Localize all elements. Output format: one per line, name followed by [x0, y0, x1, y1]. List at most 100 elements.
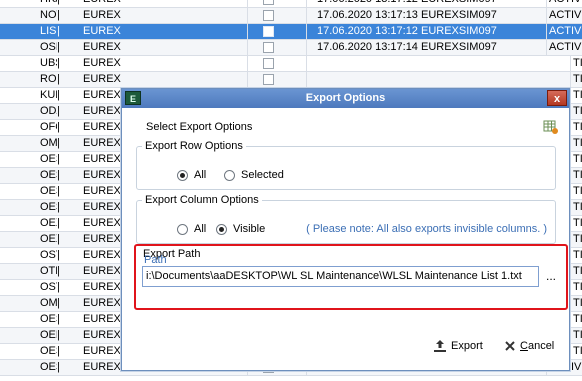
row-code: OESX [40, 169, 57, 181]
row-checkbox[interactable] [263, 42, 274, 53]
row-timestamp: 17.06.2020 13:17:12 EUREXSIM097 [306, 24, 546, 39]
row-option-selected[interactable]: Selected [224, 169, 284, 182]
row-code: OEXD [40, 217, 57, 229]
row-status: TIV [570, 216, 582, 231]
row-status: TIV [570, 232, 582, 247]
export-column-options-title: Export Column Options [142, 193, 262, 207]
table-row[interactable]: UBSN|EUREX TIV [0, 56, 582, 72]
select-export-options-heading: Select Export Options [146, 121, 253, 133]
row-code: OEB1 [40, 329, 57, 341]
export-row-options-group: Export Row Options All Selected [136, 139, 556, 190]
radio-checked-icon[interactable] [216, 224, 227, 235]
row-status: TIV [570, 120, 582, 135]
table-row[interactable]: LISN|EUREX17.06.2020 13:17:12 EUREXSIM09… [0, 24, 582, 40]
column-option-all-label: All [194, 223, 207, 235]
row-checkbox[interactable] [263, 58, 274, 69]
row-code: OESB [40, 201, 57, 213]
radio-checked-icon[interactable] [177, 170, 188, 181]
row-status: TIV [570, 136, 582, 151]
cancel-button[interactable]: Cancel [504, 337, 554, 355]
table-export-icon[interactable] [543, 119, 559, 135]
row-exchange: EUREX [63, 24, 248, 39]
row-status: TIV [570, 152, 582, 167]
row-option-all[interactable]: All [177, 169, 206, 182]
table-row[interactable]: HKAN|EUREX17.06.2020 13:17:12 EUREXSIM09… [0, 0, 582, 8]
dialog-titlebar[interactable]: E Export Options x [122, 89, 569, 108]
row-code: OMCP [40, 137, 57, 149]
row-status: TIV [570, 328, 582, 343]
row-code: OMEU [40, 297, 57, 309]
row-code: UBSN [40, 57, 57, 69]
row-exchange: EUREX [63, 40, 248, 55]
row-status: TIV [570, 88, 582, 103]
row-status: TIV [570, 168, 582, 183]
row-code: LISN [40, 25, 57, 37]
row-timestamp: 17.06.2020 13:17:14 EUREXSIM097 [306, 40, 546, 55]
row-status: TIV [570, 312, 582, 327]
row-option-selected-label: Selected [241, 169, 284, 181]
row-status: ACTIV [546, 24, 582, 39]
cancel-x-icon [505, 341, 515, 351]
row-code: ROG [40, 73, 57, 85]
row-exchange: EUREX [63, 72, 248, 87]
cancel-button-label: ancel [527, 340, 555, 352]
table-row[interactable]: NOVN|EUREX17.06.2020 13:17:13 EUREXSIM09… [0, 8, 582, 24]
row-code: OTDX [40, 265, 57, 277]
row-status: ACTIV [546, 40, 582, 55]
row-exchange: EUREX [63, 56, 248, 71]
column-option-all[interactable]: All [177, 223, 206, 236]
row-status: TIV [570, 56, 582, 71]
row-checkbox[interactable] [263, 10, 274, 21]
row-code: OESI [40, 153, 57, 165]
dialog-title: Export Options [305, 92, 386, 104]
row-code: OESC [40, 345, 57, 357]
row-code: OSTX [40, 249, 57, 261]
row-code: ODAX [40, 105, 57, 117]
export-row-options-title: Export Row Options [142, 139, 246, 153]
export-options-dialog: E Export Options x Select Export Options… [121, 88, 570, 371]
row-code: OFOX [40, 121, 57, 133]
radio-unchecked-icon[interactable] [224, 170, 235, 181]
row-status: TIV [570, 200, 582, 215]
row-code: NOVN [40, 9, 57, 21]
row-code: KUD [40, 89, 57, 101]
row-exchange: EUREX [63, 8, 248, 23]
column-option-visible[interactable]: Visible [216, 223, 265, 236]
row-checkbox[interactable] [263, 26, 274, 37]
row-status: TIV [570, 344, 582, 359]
row-code: OESU [40, 361, 57, 373]
row-status: TIV [570, 296, 582, 311]
row-status: TIV [570, 104, 582, 119]
row-code: OESA [40, 313, 57, 325]
column-option-visible-label: Visible [233, 223, 266, 235]
export-button[interactable]: Export [433, 337, 483, 355]
table-row[interactable]: ROG|EUREX TIV [0, 72, 582, 88]
cancel-button-mnemonic: C [520, 340, 528, 352]
invisible-columns-note: ( Please note: All also exports invisibl… [306, 223, 547, 235]
row-status: TIV [570, 280, 582, 295]
table-row[interactable]: OSMI|EUREX17.06.2020 13:17:14 EUREXSIM09… [0, 40, 582, 56]
row-option-all-label: All [194, 169, 207, 181]
row-code: HKAN [0, 0, 57, 7]
row-code: OEXF [40, 233, 57, 245]
row-timestamp: 17.06.2020 13:17:13 EUREXSIM097 [306, 8, 546, 23]
row-status: ACTIV [546, 8, 582, 23]
radio-unchecked-icon[interactable] [177, 224, 188, 235]
row-timestamp: 17.06.2020 13:17:12 EUREXSIM097 [306, 0, 546, 7]
export-button-label: Export [451, 340, 483, 352]
row-status: ACTIV [546, 0, 582, 7]
export-column-options-group: Export Column Options All Visible ( Plea… [136, 193, 556, 244]
row-checkbox[interactable] [263, 74, 274, 85]
export-upload-icon [434, 340, 446, 352]
row-code: OSTI [40, 281, 57, 293]
export-path-highlight-box [134, 244, 568, 310]
row-checkbox[interactable] [263, 0, 274, 5]
row-status: TIV [570, 184, 582, 199]
row-exchange: EUREX [63, 0, 248, 7]
row-code: OES1 [40, 185, 57, 197]
close-button[interactable]: x [547, 90, 567, 106]
row-status: TIV [570, 248, 582, 263]
row-code: OSMI [40, 41, 57, 53]
row-status: TIV [570, 72, 582, 87]
row-timestamp [306, 56, 546, 71]
